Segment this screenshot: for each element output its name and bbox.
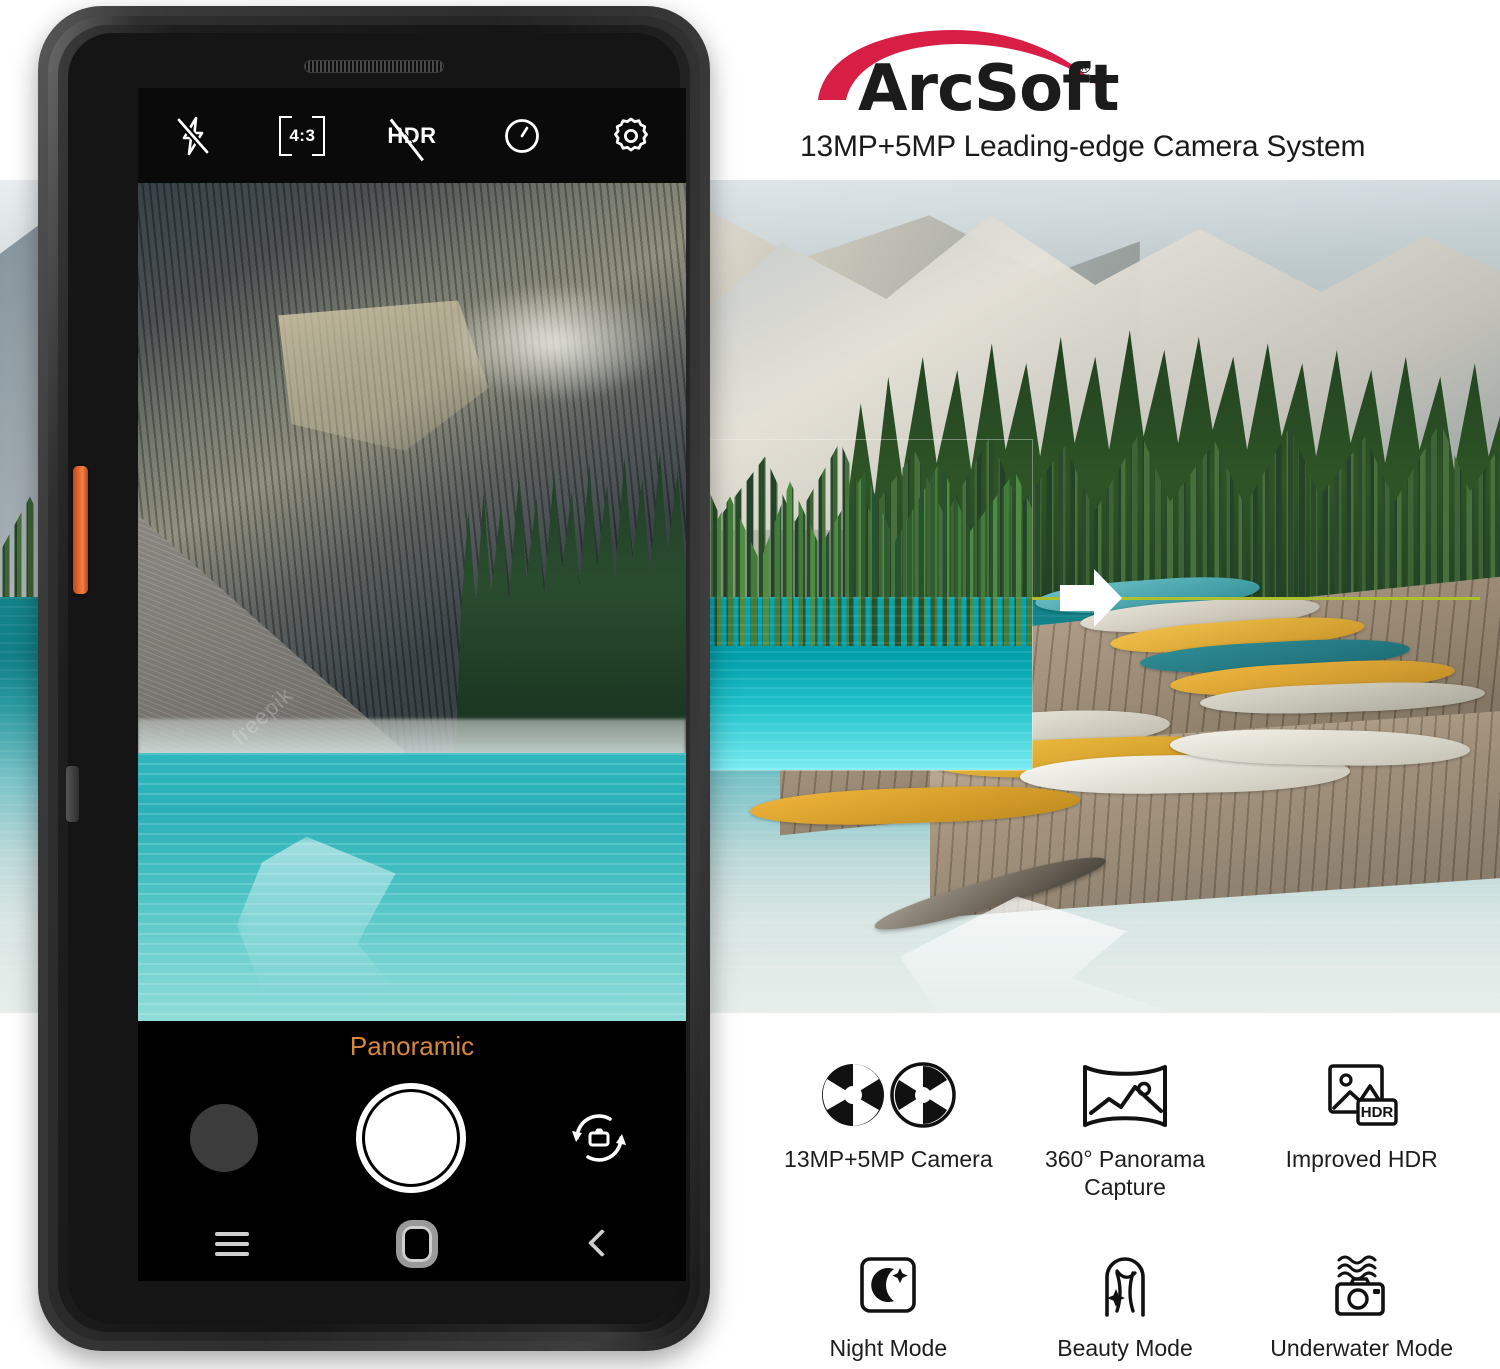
feature-beauty-mode: Beauty Mode bbox=[1007, 1247, 1244, 1363]
aspect-ratio-label: 4:3 bbox=[289, 125, 316, 145]
feature-beauty-mode-label: Beauty Mode bbox=[1057, 1335, 1193, 1362]
flash-off-button[interactable] bbox=[138, 88, 248, 183]
night-mode-icon bbox=[856, 1247, 920, 1323]
arcsoft-branding: ArcSoft ® 13MP+5MP Leading-edge Camera S… bbox=[800, 24, 1420, 163]
beauty-mode-icon bbox=[1093, 1247, 1157, 1323]
registered-mark: ® bbox=[1078, 58, 1091, 77]
feature-camera: 13MP+5MP Camera bbox=[770, 1058, 1007, 1201]
captured-panorama-tile bbox=[700, 440, 1032, 770]
camera-bottom-bar: Panoramic bbox=[138, 1021, 686, 1281]
feature-row-2: Night Mode Beauty Mode Underwater Mode bbox=[770, 1247, 1480, 1363]
custom-function-button[interactable] bbox=[73, 466, 88, 594]
settings-gear-icon bbox=[614, 117, 649, 151]
feature-hdr: HDR Improved HDR bbox=[1243, 1058, 1480, 1201]
android-nav-bar bbox=[138, 1211, 686, 1277]
dual-aperture-icon bbox=[813, 1058, 963, 1134]
feature-hdr-label: Improved HDR bbox=[1285, 1146, 1438, 1172]
timer-button[interactable] bbox=[467, 88, 577, 183]
feature-row-1: 13MP+5MP Camera 360° Panorama Capture HD… bbox=[770, 1058, 1480, 1201]
nav-back-button[interactable] bbox=[585, 1232, 609, 1256]
gallery-thumbnail-button[interactable] bbox=[190, 1104, 258, 1172]
nav-menu-button[interactable] bbox=[214, 1232, 249, 1256]
camera-top-bar: 4:3 HDR bbox=[138, 88, 686, 183]
switch-camera-button[interactable] bbox=[564, 1103, 634, 1173]
feature-underwater-mode-label: Underwater Mode bbox=[1270, 1335, 1454, 1362]
feature-night-mode-label: Night Mode bbox=[829, 1335, 948, 1362]
switch-camera-icon bbox=[572, 1114, 626, 1162]
feature-panorama: 360° Panorama Capture bbox=[1007, 1058, 1244, 1201]
hdr-off-icon: HDR bbox=[387, 122, 437, 148]
timer-icon bbox=[504, 118, 539, 153]
left-lower-button[interactable] bbox=[66, 766, 79, 822]
camera-mode-label: Panoramic bbox=[349, 1031, 475, 1061]
feature-grid: 13MP+5MP Camera 360° Panorama Capture HD… bbox=[770, 1058, 1480, 1363]
aspect-ratio-button[interactable]: 4:3 bbox=[248, 88, 358, 183]
hdr-badge-text: HDR bbox=[1360, 1104, 1393, 1121]
nav-home-button[interactable] bbox=[401, 1226, 432, 1262]
earpiece-grille bbox=[304, 60, 444, 73]
feature-panorama-line2: Capture bbox=[1084, 1173, 1166, 1200]
feature-night-mode: Night Mode bbox=[770, 1247, 1007, 1363]
feature-camera-label: 13MP+5MP Camera bbox=[784, 1146, 993, 1172]
aspect-ratio-chip: 4:3 bbox=[279, 115, 326, 156]
rugged-smartphone: 4:3 HDR freepik Panoramic bbox=[38, 6, 710, 1351]
shutter-row bbox=[138, 1083, 686, 1193]
feature-panorama-line1: 360° Panorama bbox=[1044, 1146, 1206, 1172]
panorama-icon bbox=[1079, 1058, 1171, 1134]
camera-tagline: 13MP+5MP Leading-edge Camera System bbox=[800, 130, 1366, 163]
flash-off-icon bbox=[176, 116, 210, 155]
promo-graphic: ArcSoft ® 13MP+5MP Leading-edge Camera S… bbox=[0, 0, 1500, 1369]
settings-button[interactable] bbox=[576, 88, 686, 183]
hdr-photo-icon: HDR bbox=[1322, 1058, 1402, 1134]
underwater-mode-icon bbox=[1327, 1247, 1397, 1323]
hdr-off-button[interactable]: HDR bbox=[357, 88, 467, 183]
pan-direction-arrow bbox=[1058, 565, 1124, 631]
feature-underwater-mode: Underwater Mode bbox=[1243, 1247, 1480, 1363]
feature-panorama-label: 360° Panorama Capture bbox=[1045, 1146, 1205, 1201]
phone-screen: 4:3 HDR freepik Panoramic bbox=[138, 88, 686, 1281]
shutter-button[interactable] bbox=[362, 1089, 460, 1187]
camera-viewfinder[interactable]: freepik bbox=[138, 183, 686, 1021]
arcsoft-logo: ArcSoft ® bbox=[800, 24, 1420, 126]
